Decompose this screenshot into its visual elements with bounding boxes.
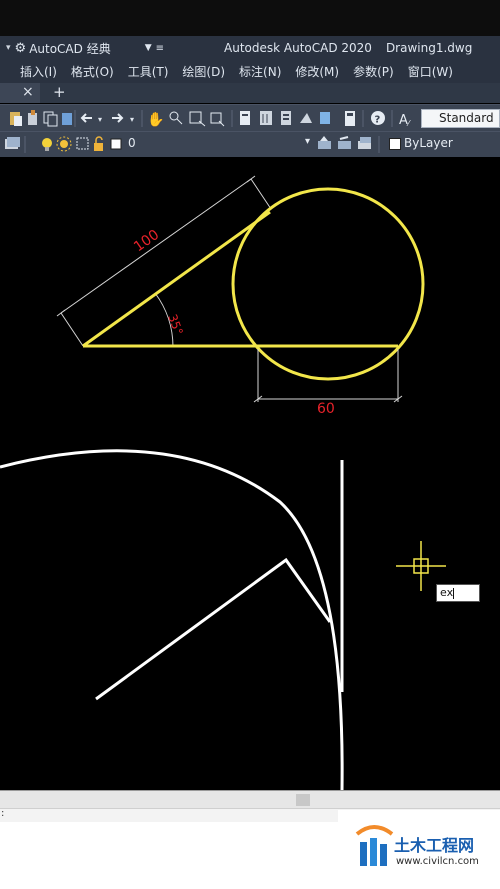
new-tab-button[interactable]: + <box>53 83 66 101</box>
paste-icon[interactable] <box>10 112 22 126</box>
color-value: ByLayer <box>404 136 453 150</box>
layer-state-icon[interactable] <box>358 137 371 149</box>
menu-modify[interactable]: 修改(M) <box>295 63 339 80</box>
layer-on-bulb-icon[interactable] <box>42 138 52 151</box>
make-current-layer-icon[interactable] <box>318 136 331 149</box>
layers-toolbar: 0 ▾ ByLayer <box>0 131 500 158</box>
title-bar: ▾ ⚙ AutoCAD 经典 ▼ ≡ Autodesk AutoCAD 2020… <box>0 36 500 60</box>
layer-thaw-sun-icon[interactable] <box>56 136 72 152</box>
undo-icon[interactable] <box>80 113 92 123</box>
menu-tools[interactable]: 工具(T) <box>128 63 169 80</box>
color-swatch <box>389 138 401 150</box>
layer-color-swatch <box>110 138 122 150</box>
quickcalc-icon[interactable] <box>345 111 355 126</box>
text-caret <box>453 588 454 599</box>
text-style-dropdown[interactable]: Standard <box>421 109 500 128</box>
watermark-url: www.civilcn.com <box>396 856 479 867</box>
layer-viewport-icon[interactable] <box>76 137 89 150</box>
match-properties-icon[interactable] <box>28 110 37 125</box>
pan-icon[interactable]: ✋ <box>147 111 164 128</box>
document-title: Drawing1.dwg <box>385 41 473 55</box>
tool-palettes-icon[interactable] <box>281 111 291 125</box>
workspace-gear-icon[interactable]: ⚙ <box>15 41 27 56</box>
customize-qat-icon[interactable]: ≡ <box>156 43 164 54</box>
redo-icon[interactable] <box>112 113 124 123</box>
text-style-icon[interactable]: A <box>399 113 408 128</box>
bottom-area: 土木工程网 www.civilcn.com <box>0 810 500 889</box>
layer-previous-icon[interactable] <box>338 136 351 149</box>
design-center-icon[interactable] <box>260 111 272 125</box>
layer-properties-icon[interactable] <box>5 137 20 149</box>
drawing-svg: 100 35° 60 <box>0 175 446 790</box>
width-dimension-text: 60 <box>317 401 335 417</box>
app-title: Autodesk AutoCAD 2020 <box>224 41 372 55</box>
sheet-set-icon[interactable] <box>300 113 312 123</box>
command-line-grip[interactable]: : <box>1 808 4 819</box>
menu-window[interactable]: 窗口(W) <box>408 63 453 80</box>
file-tab-bar: × + <box>0 83 500 103</box>
watermark-name: 土木工程网 <box>394 836 475 855</box>
menu-format[interactable]: 格式(O) <box>71 63 114 80</box>
workspace-selector[interactable]: AutoCAD 经典 <box>29 40 111 57</box>
layer-name: 0 <box>128 136 136 150</box>
text-style-value: Standard <box>439 111 494 125</box>
layer-dropdown[interactable]: 0 ▾ <box>124 135 314 153</box>
copy-icon[interactable] <box>43 111 58 127</box>
menu-parametric[interactable]: 参数(P) <box>353 63 394 80</box>
drawing-tab[interactable] <box>0 83 40 103</box>
workspace-dropdown-arrow[interactable]: ▼ <box>145 43 152 53</box>
length-dimension-text: 100 <box>131 227 162 255</box>
zoom-realtime-icon[interactable] <box>169 111 183 125</box>
undo-dropdown-icon[interactable]: ▾ <box>98 115 102 124</box>
angular-dimension[interactable]: 35° <box>154 292 186 348</box>
menu-draw[interactable]: 绘图(D) <box>182 63 225 80</box>
horizontal-scrollbar[interactable] <box>0 790 500 809</box>
markup-icon[interactable] <box>320 112 330 124</box>
zoom-window-icon[interactable] <box>189 111 206 127</box>
scroll-thumb[interactable] <box>296 794 310 806</box>
properties-icon[interactable] <box>240 111 250 125</box>
redo-dropdown-icon[interactable]: ▾ <box>130 115 134 124</box>
help-icon[interactable]: ? <box>371 111 385 126</box>
dynamic-input-box[interactable]: ex <box>436 584 480 602</box>
menu-insert[interactable]: 插入(I) <box>20 63 57 80</box>
svg-text:?: ? <box>375 115 381 126</box>
watermark-logo-icon <box>355 825 394 866</box>
layer-dropdown-arrow[interactable]: ▾ <box>305 136 310 147</box>
tangent-circle[interactable] <box>231 187 425 381</box>
color-control-dropdown[interactable]: ByLayer <box>386 135 500 153</box>
standard-toolbar: ▾ ▾ ✋ ? A ⁄ Standard <box>0 104 500 132</box>
angled-polyline[interactable] <box>95 557 332 701</box>
top-band <box>0 0 500 36</box>
block-editor-icon[interactable] <box>62 113 72 125</box>
close-tab-icon[interactable]: × <box>22 84 34 100</box>
quick-access-dropdown[interactable]: ▾ <box>6 43 11 53</box>
zoom-previous-icon[interactable] <box>210 112 225 127</box>
large-arc[interactable] <box>0 449 344 790</box>
linear-dimension[interactable]: 60 <box>253 349 403 417</box>
command-input-text: ex <box>440 586 454 599</box>
drawing-canvas[interactable]: 100 35° 60 ex <box>0 157 500 790</box>
watermark: 土木工程网 www.civilcn.com <box>338 810 500 889</box>
menu-dimension[interactable]: 标注(N) <box>239 63 281 80</box>
menu-bar: 插入(I) 格式(O) 工具(T) 绘图(D) 标注(N) 修改(M) 参数(P… <box>0 60 500 83</box>
layer-unlock-icon[interactable] <box>94 136 103 151</box>
angle-dimension-text: 35° <box>165 312 185 337</box>
